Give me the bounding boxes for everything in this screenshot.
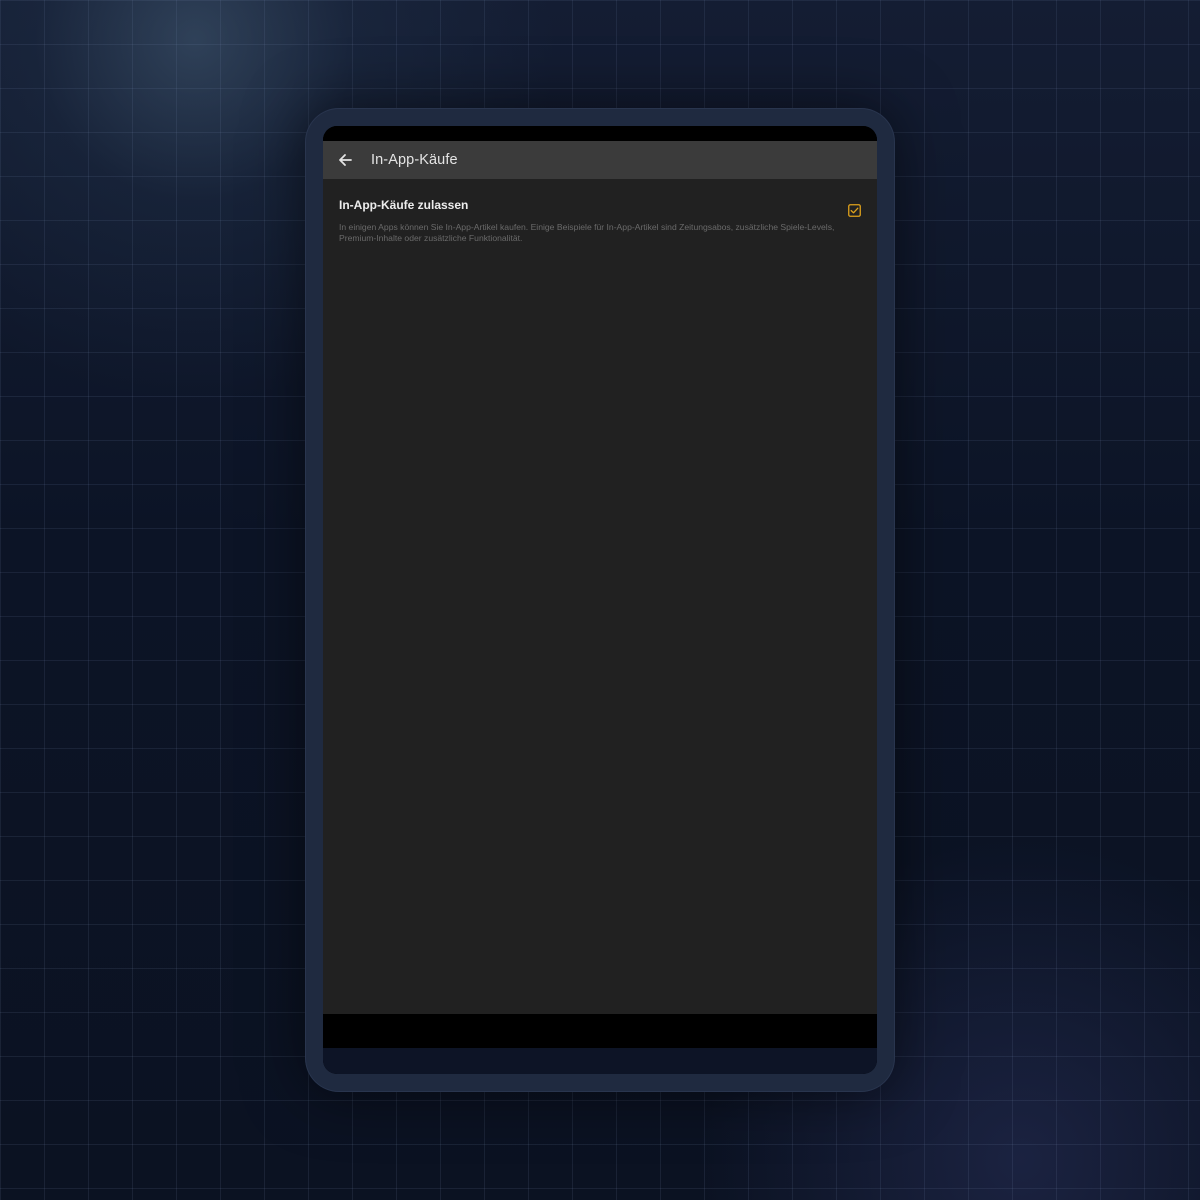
bottom-bezel-strip (323, 1048, 877, 1074)
app-bar: In-App-Käufe (323, 141, 877, 179)
setting-description: In einigen Apps können Sie In-App-Artike… (339, 222, 835, 243)
setting-title: In-App-Käufe zulassen (339, 198, 469, 212)
arrow-left-icon (339, 154, 352, 166)
checkbox-checked-icon (848, 204, 861, 217)
navigation-bar (323, 1014, 877, 1048)
status-bar (323, 126, 877, 141)
page-title: In-App-Käufe (371, 152, 458, 168)
tablet-screen: In-App-Käufe In-App-Käufe zulassen In ei… (323, 126, 877, 1074)
allow-in-app-purchases-checkbox[interactable] (848, 202, 861, 217)
setting-in-app-purchases[interactable]: In-App-Käufe zulassen In einigen Apps kö… (339, 197, 863, 244)
settings-content: In-App-Käufe zulassen In einigen Apps kö… (323, 179, 877, 1014)
tablet-frame: In-App-Käufe In-App-Käufe zulassen In ei… (305, 108, 895, 1092)
back-button[interactable] (323, 141, 367, 179)
